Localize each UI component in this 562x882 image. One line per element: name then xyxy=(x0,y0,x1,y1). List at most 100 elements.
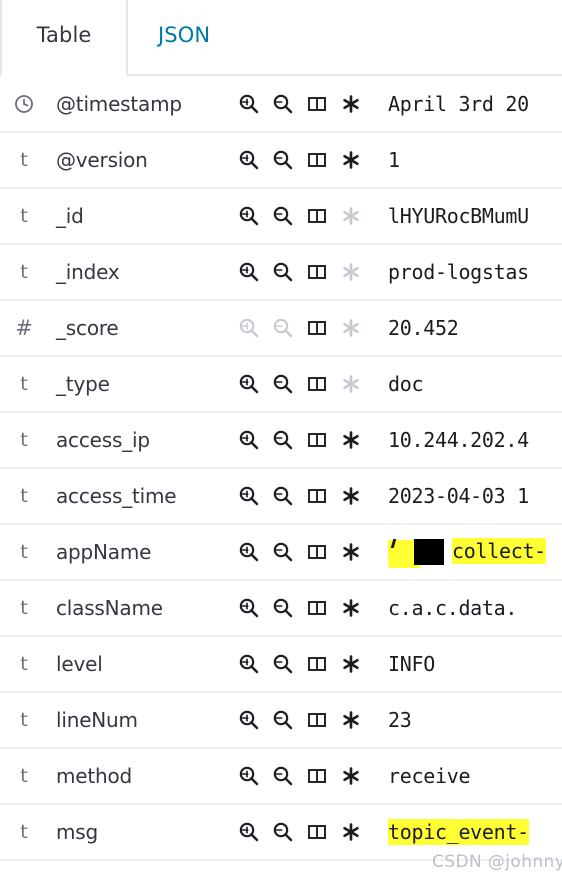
filter-for-field-present-icon[interactable] xyxy=(334,149,368,171)
filter-for-value-icon[interactable] xyxy=(232,373,266,395)
filter-for-value-icon[interactable] xyxy=(232,429,266,451)
filter-out-value-icon[interactable] xyxy=(266,373,300,395)
field-type-cell: t xyxy=(0,356,48,412)
toggle-column-in-table-icon[interactable] xyxy=(300,765,334,787)
filter-out-value-icon[interactable] xyxy=(266,485,300,507)
string-type-icon: t xyxy=(20,373,28,395)
field-name: @timestamp xyxy=(56,91,182,116)
filter-for-value-icon[interactable] xyxy=(232,709,266,731)
field-value: collect- xyxy=(384,524,562,580)
field-type-cell: # xyxy=(0,300,48,356)
filter-for-field-present-icon[interactable] xyxy=(334,597,368,619)
toggle-column-in-table-icon[interactable] xyxy=(300,93,334,115)
document-detail-panel: Table JSON @timestamp April 3rd 20 t @versi… xyxy=(0,0,562,882)
field-name: appName xyxy=(56,540,152,564)
filter-for-value-icon[interactable] xyxy=(232,261,266,283)
toggle-column-in-table-icon[interactable] xyxy=(300,149,334,171)
toggle-column-in-table-icon[interactable] xyxy=(300,541,334,563)
filter-for-field-present-icon xyxy=(334,317,368,339)
toggle-column-in-table-icon[interactable] xyxy=(300,373,334,395)
filter-for-value-icon[interactable] xyxy=(232,93,266,115)
filter-out-value-icon[interactable] xyxy=(266,93,300,115)
toggle-column-in-table-icon[interactable] xyxy=(300,597,334,619)
tab-table[interactable]: Table xyxy=(0,0,128,76)
string-type-icon: t xyxy=(20,205,28,227)
field-type-cell: t xyxy=(0,692,48,748)
filter-for-field-present-icon[interactable] xyxy=(334,765,368,787)
field-actions xyxy=(232,244,384,300)
filter-for-value-icon[interactable] xyxy=(232,485,266,507)
filter-for-field-present-icon[interactable] xyxy=(334,485,368,507)
field-actions xyxy=(232,76,384,132)
table-row: t lineNum 23 xyxy=(0,692,562,748)
tab-json[interactable]: JSON xyxy=(128,0,562,76)
toggle-column-in-table-icon[interactable] xyxy=(300,485,334,507)
filter-for-field-present-icon[interactable] xyxy=(334,709,368,731)
field-value: doc xyxy=(384,356,562,412)
filter-out-value-icon[interactable] xyxy=(266,149,300,171)
filter-out-value-icon[interactable] xyxy=(266,765,300,787)
table-row: t _index prod-logstas xyxy=(0,244,562,300)
field-actions xyxy=(232,692,384,748)
table-row: t appName collect- xyxy=(0,524,562,580)
field-type-cell: t xyxy=(0,412,48,468)
table-row: t msg topic_event- xyxy=(0,804,562,860)
field-value: April 3rd 20 xyxy=(384,76,562,132)
filter-for-value-icon xyxy=(232,317,266,339)
field-value: 2023-04-03 1 xyxy=(384,468,562,524)
field-name: @version xyxy=(56,148,148,172)
filter-for-value-icon[interactable] xyxy=(232,821,266,843)
filter-out-value-icon[interactable] xyxy=(266,821,300,843)
value-text: April 3rd 20 xyxy=(388,91,529,116)
filter-for-value-icon[interactable] xyxy=(232,205,266,227)
string-type-icon: t xyxy=(20,653,28,675)
filter-for-value-icon[interactable] xyxy=(232,597,266,619)
document-fields-body: @timestamp April 3rd 20 t @version 1 t _id lHYU… xyxy=(0,76,562,860)
toggle-column-in-table-icon[interactable] xyxy=(300,429,334,451)
document-view-tabs: Table JSON xyxy=(0,0,562,76)
string-type-icon: t xyxy=(20,541,28,563)
filter-for-value-icon[interactable] xyxy=(232,765,266,787)
toggle-column-in-table-icon[interactable] xyxy=(300,821,334,843)
filter-for-field-present-icon[interactable] xyxy=(334,821,368,843)
filter-for-field-present-icon xyxy=(334,261,368,283)
field-name: lineNum xyxy=(56,708,138,732)
field-name: msg xyxy=(56,820,98,844)
table-row: t className c.a.c.data. xyxy=(0,580,562,636)
field-value: 23 xyxy=(384,692,562,748)
filter-for-value-icon[interactable] xyxy=(232,653,266,675)
filter-for-field-present-icon[interactable] xyxy=(334,653,368,675)
filter-out-value-icon[interactable] xyxy=(266,205,300,227)
filter-out-value-icon[interactable] xyxy=(266,597,300,619)
field-type-cell: t xyxy=(0,468,48,524)
table-row: t _id lHYURocBMumU xyxy=(0,188,562,244)
toggle-column-in-table-icon[interactable] xyxy=(300,653,334,675)
filter-out-value-icon[interactable] xyxy=(266,709,300,731)
value-text: prod-logstas xyxy=(388,260,529,284)
tab-json-label: JSON xyxy=(158,23,211,47)
field-actions xyxy=(232,748,384,804)
filter-out-value-icon[interactable] xyxy=(266,261,300,283)
filter-out-value-icon[interactable] xyxy=(266,653,300,675)
value-text: 1 xyxy=(388,148,400,172)
filter-out-value-icon[interactable] xyxy=(266,429,300,451)
toggle-column-in-table-icon[interactable] xyxy=(300,709,334,731)
highlighted-value: topic_event- xyxy=(388,819,529,845)
field-type-cell: t xyxy=(0,748,48,804)
filter-for-field-present-icon[interactable] xyxy=(334,93,368,115)
filter-for-value-icon[interactable] xyxy=(232,541,266,563)
string-type-icon: t xyxy=(20,821,28,843)
field-value: 20.452 xyxy=(384,300,562,356)
value-text: 10.244.202.4 xyxy=(388,428,529,452)
filter-for-field-present-icon[interactable] xyxy=(334,429,368,451)
filter-for-value-icon[interactable] xyxy=(232,149,266,171)
toggle-column-in-table-icon[interactable] xyxy=(300,205,334,227)
toggle-column-in-table-icon[interactable] xyxy=(300,261,334,283)
filter-for-field-present-icon[interactable] xyxy=(334,541,368,563)
filter-out-value-icon[interactable] xyxy=(266,541,300,563)
tab-table-label: Table xyxy=(36,23,92,47)
table-row: t @version 1 xyxy=(0,132,562,188)
toggle-column-in-table-icon[interactable] xyxy=(300,317,334,339)
string-type-icon: t xyxy=(20,429,28,451)
field-type-cell: t xyxy=(0,580,48,636)
